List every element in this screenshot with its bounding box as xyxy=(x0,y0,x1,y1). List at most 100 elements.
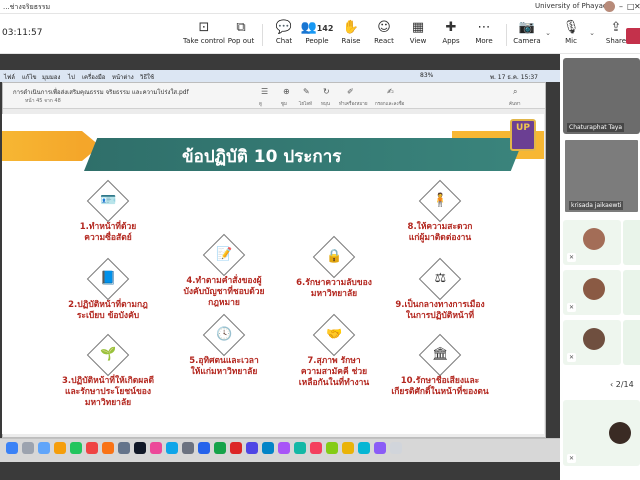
pop-out-button[interactable]: ⧉ Pop out xyxy=(219,19,263,45)
avatar xyxy=(583,278,605,300)
shared-screen-stage: ไฟล์ แก้ไข มุมมอง ไป เครื่องมือ หน้าต่าง… xyxy=(0,54,560,480)
neutral-icon: ⚖ xyxy=(418,257,462,301)
camera-off-icon: 📷 xyxy=(518,20,536,35)
maps-icon[interactable] xyxy=(342,442,354,454)
chrome-icon[interactable] xyxy=(54,442,66,454)
participant-thumbnail[interactable] xyxy=(623,270,640,315)
participants-panel: Chaturaphat Taya krisada jaikaewti ✕ ✕ ✕… xyxy=(560,54,640,480)
more-icon: ⋯ xyxy=(477,20,491,35)
menu-item-window[interactable]: หน้าต่าง xyxy=(112,72,134,82)
photos-icon[interactable] xyxy=(102,442,114,454)
secret-document-icon: 🔒 xyxy=(312,235,356,279)
participant-thumbnail[interactable]: ✕ xyxy=(563,320,621,365)
slide-title: ข้อปฏิบัติ 10 ประการ xyxy=(182,147,342,167)
avatar xyxy=(609,422,631,444)
participant-thumbnail[interactable]: ✕ xyxy=(563,220,621,265)
leave-button[interactable] xyxy=(626,28,640,44)
word-icon[interactable] xyxy=(198,442,210,454)
close-button[interactable]: ✕ xyxy=(634,2,640,11)
participant-tile[interactable]: krisada jaikaewti xyxy=(563,138,640,214)
calendar-icon[interactable] xyxy=(86,442,98,454)
participant-name: krisada jaikaewti xyxy=(569,201,624,210)
markup-tool-icon[interactable]: ✐ xyxy=(347,87,354,96)
finder-icon[interactable] xyxy=(6,442,18,454)
mail-icon[interactable] xyxy=(358,442,370,454)
teams-title-bar: ...ช่างจริยธรรม University of Phayao – □… xyxy=(0,0,640,14)
account-avatar[interactable] xyxy=(604,1,615,12)
teams-icon[interactable] xyxy=(246,442,258,454)
meeting-toolbar: 03:11:57 ⊡ Take control ⧉ Pop out 💬 Chat… xyxy=(0,14,640,54)
powerpoint-icon[interactable] xyxy=(230,442,242,454)
preview-icon[interactable] xyxy=(278,442,290,454)
avatar xyxy=(583,328,605,350)
menu-item-go[interactable]: ไป xyxy=(68,72,75,82)
slide-accent-band-left xyxy=(2,131,100,161)
menu-item-help[interactable]: วิธีใช้ xyxy=(140,72,154,82)
more-button[interactable]: ⋯ More xyxy=(462,19,506,45)
command-icon: 📝 xyxy=(202,233,246,277)
pdf-page-indicator: หน้า 45 จาก 48 xyxy=(25,98,61,104)
university-logo: UP xyxy=(510,119,536,151)
presentation-slide: ข้อปฏิบัติ 10 ประการ UP 🪪 1.ทำหน้าที่ด้ว… xyxy=(2,114,544,434)
zoom-icon[interactable] xyxy=(262,442,274,454)
fill-sign-tool-icon[interactable]: ✍ xyxy=(387,87,394,96)
pdf-document-name: การดำเนินการเพื่อส่งเสริมคุณธรรม จริยธรร… xyxy=(13,89,189,96)
clock-icon: 🕓 xyxy=(202,313,246,357)
service-icon: 🧍 xyxy=(418,179,462,223)
mic-muted-icon: ✕ xyxy=(567,253,576,262)
menu-item-tools[interactable]: เครื่องมือ xyxy=(82,72,105,82)
mic-muted-icon: ✕ xyxy=(567,303,576,312)
clock-status: พ. 17 ธ.ค. 15:37 xyxy=(490,74,538,81)
mic-muted-icon: ✕ xyxy=(567,454,576,463)
podcasts-icon[interactable] xyxy=(374,442,386,454)
mic-muted-icon: ✕ xyxy=(567,353,576,362)
minimize-button[interactable]: – xyxy=(619,2,623,11)
music-icon[interactable] xyxy=(150,442,162,454)
avatar xyxy=(583,228,605,250)
settings-icon[interactable] xyxy=(182,442,194,454)
highlight-tool-icon[interactable]: ✎ xyxy=(303,87,310,96)
trash-icon[interactable] xyxy=(390,442,402,454)
menu-item-view[interactable]: มุมมอง xyxy=(42,72,60,82)
meeting-title: ...ช่างจริยธรรม xyxy=(3,3,51,11)
mic-button[interactable]: 🎙 Mic ⌄ xyxy=(549,19,595,45)
mac-menubar: ไฟล์ แก้ไข มุมมอง ไป เครื่องมือ หน้าต่าง… xyxy=(0,70,560,82)
menu-item-file[interactable]: ไฟล์ xyxy=(4,72,15,82)
teamwork-icon: 🤝 xyxy=(312,313,356,357)
menu-item-edit[interactable]: แก้ไข xyxy=(22,72,37,82)
participant-tile[interactable]: Chaturaphat Taya xyxy=(563,58,640,134)
camera-button[interactable]: 📷 Camera ⌄ xyxy=(505,19,551,45)
mac-dock xyxy=(0,438,560,462)
view-tool-icon[interactable]: ☰ xyxy=(261,87,268,96)
pdf-toolbar: การดำเนินการเพื่อส่งเสริมคุณธรรม จริยธรร… xyxy=(3,83,545,109)
search-tool-icon[interactable]: ⌕ xyxy=(513,87,517,97)
app-store-icon[interactable] xyxy=(166,442,178,454)
facetime-icon[interactable] xyxy=(326,442,338,454)
participant-thumbnail[interactable]: ✕ xyxy=(563,270,621,315)
rulebook-icon: 📘 xyxy=(86,257,130,301)
excel-icon[interactable] xyxy=(214,442,226,454)
notes-icon[interactable] xyxy=(118,442,130,454)
pop-out-icon: ⧉ xyxy=(236,20,246,35)
adobe-icon[interactable] xyxy=(310,442,322,454)
practice-item-8: 🧍 8.ให้ความสะดวก แก่ผู้มาติดต่องาน xyxy=(370,179,510,244)
battery-status: 83% xyxy=(420,72,434,79)
tv-icon[interactable] xyxy=(134,442,146,454)
practice-item-1: 🪪 1.ทำหน้าที่ด้วย ความซื่อสัตย์ xyxy=(38,179,178,244)
line-icon[interactable] xyxy=(294,442,306,454)
reputation-icon: 🏛 xyxy=(418,333,462,377)
participant-thumbnail[interactable] xyxy=(623,220,640,265)
rotate-tool-icon[interactable]: ↻ xyxy=(323,87,330,96)
participant-pager[interactable]: ‹ 2/14 xyxy=(610,380,634,389)
participant-thumbnail[interactable] xyxy=(623,320,640,365)
mic-off-icon: 🎙 xyxy=(562,20,580,35)
growth-icon: 🌱 xyxy=(86,333,130,377)
messages-icon[interactable] xyxy=(70,442,82,454)
person-card-icon: 🪪 xyxy=(86,179,130,223)
safari-icon[interactable] xyxy=(38,442,50,454)
launchpad-icon[interactable] xyxy=(22,442,34,454)
pager-prev-icon[interactable]: ‹ xyxy=(610,380,613,389)
participant-thumbnail[interactable]: ✕ xyxy=(563,400,640,466)
organization-name: University of Phayao xyxy=(535,2,608,10)
zoom-tool-icon[interactable]: ⊕ xyxy=(283,87,290,96)
